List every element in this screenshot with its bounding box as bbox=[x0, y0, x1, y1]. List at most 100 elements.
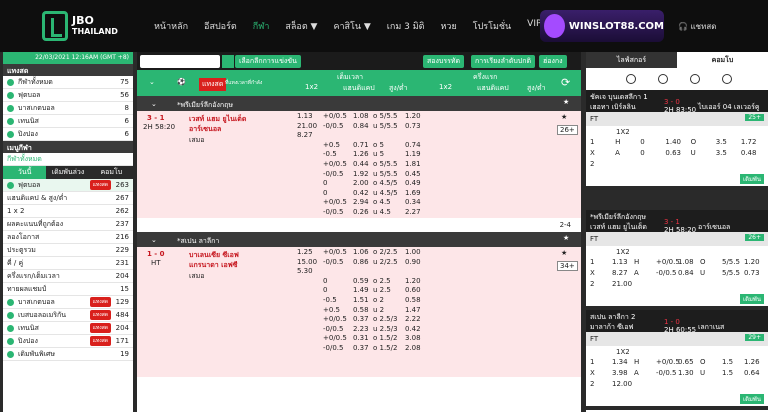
odds-cell[interactable]: 1.69 bbox=[405, 189, 421, 197]
refresh-icon[interactable]: ⟳ bbox=[561, 76, 570, 89]
sidebar-item[interactable]: กีฬาทั้งหมด 75 bbox=[3, 76, 133, 89]
pager-label[interactable]: 2-4 bbox=[560, 221, 571, 229]
nav-item[interactable]: เกม 3 มิติ bbox=[379, 19, 433, 33]
odds-cell[interactable]: O bbox=[700, 258, 706, 266]
odds-cell[interactable]: 8.27 bbox=[297, 131, 313, 139]
sidebar-item[interactable]: ฟุตบอล 56 bbox=[3, 89, 133, 102]
date-tab[interactable]: วันนี้ bbox=[3, 166, 47, 179]
search-icon[interactable] bbox=[222, 54, 234, 68]
odds-cell[interactable]: 0.45 bbox=[405, 170, 421, 178]
odds-cell[interactable]: 1.5 bbox=[722, 358, 733, 366]
odds-cell[interactable]: 1.26 bbox=[353, 150, 369, 158]
odds-cell[interactable]: 12.00 bbox=[612, 380, 632, 388]
odds-cell[interactable]: 1.51 bbox=[353, 296, 369, 304]
more-button[interactable]: 25+ bbox=[745, 114, 764, 121]
odds-cell[interactable]: 5.30 bbox=[297, 267, 313, 275]
odds-cell[interactable]: 0.64 bbox=[744, 369, 760, 377]
odds-cell[interactable]: 3.5 bbox=[716, 149, 727, 157]
tab-combo[interactable]: คอมโบ bbox=[677, 52, 768, 68]
odds-cell[interactable]: 0.84 bbox=[353, 122, 369, 130]
odds-cell[interactable]: 21.00 bbox=[297, 122, 317, 130]
odds-cell[interactable]: 0.31 bbox=[353, 334, 369, 342]
odds-cell[interactable]: 2.08 bbox=[405, 344, 421, 352]
date-tab[interactable]: เดิมพันล่วงหน้า bbox=[46, 166, 89, 189]
sidebar-item[interactable]: แฮนดิแคป & สูง/ต่ำ 267 bbox=[3, 192, 133, 205]
odds-cell[interactable]: 1.30 bbox=[678, 369, 694, 377]
odds-cell[interactable]: 0.60 bbox=[405, 286, 421, 294]
odds-cell[interactable]: 1.92 bbox=[353, 170, 369, 178]
sidebar-item[interactable]: บาสเกตบอล 8 bbox=[3, 102, 133, 115]
odds-cell[interactable]: 1.72 bbox=[741, 138, 757, 146]
sidebar-item-football[interactable]: ฟุตบอล แทงสด 263 bbox=[3, 179, 133, 192]
odds-cell[interactable]: A bbox=[615, 149, 620, 157]
sidebar-item[interactable]: เทนนิส แทงสด 204 bbox=[3, 322, 133, 335]
odds-cell[interactable]: H bbox=[615, 138, 620, 146]
odds-cell[interactable]: 1.19 bbox=[405, 150, 421, 158]
tab-livescore[interactable]: ไลฟ์สกอร์ bbox=[586, 52, 677, 68]
odds-cell[interactable]: 8.27 bbox=[612, 269, 628, 277]
odds-cell[interactable]: 1.13 bbox=[297, 112, 313, 120]
odds-cell[interactable]: 0.74 bbox=[405, 141, 421, 149]
odds-cell[interactable]: 3.98 bbox=[612, 369, 628, 377]
odds-cell[interactable]: 1.08 bbox=[678, 258, 694, 266]
odds-cell[interactable]: 0.48 bbox=[741, 149, 757, 157]
odds-cell[interactable]: 1.81 bbox=[405, 160, 421, 168]
odds-cell[interactable]: 0.58 bbox=[405, 296, 421, 304]
odds-cell[interactable]: 1.47 bbox=[405, 306, 421, 314]
basketball-icon[interactable] bbox=[658, 74, 668, 84]
bet-button[interactable]: เดิมพัน bbox=[740, 174, 764, 184]
row-format-button[interactable]: สองบรรทัด bbox=[423, 54, 465, 68]
odds-cell[interactable]: 1.08 bbox=[353, 112, 369, 120]
sidebar-item[interactable]: บาสเกตบอล แทงสด 129 bbox=[3, 296, 133, 309]
odds-cell[interactable]: 2.23 bbox=[353, 325, 369, 333]
odds-cell[interactable]: O bbox=[691, 138, 697, 146]
select-league-button[interactable]: เลือกลีกการแข่งขัน bbox=[235, 54, 301, 68]
nav-item[interactable]: หวย bbox=[432, 19, 464, 33]
sidebar-item[interactable]: ปิงปอง 6 bbox=[3, 128, 133, 141]
odds-cell[interactable]: 3.5 bbox=[716, 138, 727, 146]
odds-cell[interactable]: H bbox=[634, 258, 639, 266]
sidebar-item[interactable]: ทายผลแชมป์ 15 bbox=[3, 283, 133, 296]
odds-cell[interactable]: 21.00 bbox=[612, 280, 632, 288]
odds-cell[interactable]: 0.59 bbox=[353, 277, 369, 285]
odds-cell[interactable]: -0/0.5 bbox=[656, 369, 676, 377]
odds-cell[interactable]: 0.86 bbox=[353, 258, 369, 266]
nav-item[interactable]: คาสิโน ▼ bbox=[325, 19, 378, 33]
sidebar-item[interactable]: ปิงปอง แทงสด 171 bbox=[3, 335, 133, 348]
odds-cell[interactable]: U bbox=[700, 269, 705, 277]
collapse-icon[interactable]: ⌄ bbox=[151, 236, 157, 244]
all-sports-link[interactable]: กีฬาทั้งหมด bbox=[3, 153, 133, 166]
odds-cell[interactable]: 3.08 bbox=[405, 334, 421, 342]
odds-cell[interactable]: 0.65 bbox=[678, 358, 694, 366]
odds-cell[interactable]: U bbox=[700, 369, 705, 377]
odds-cell[interactable]: +0/0.5 bbox=[656, 358, 680, 366]
odds-cell[interactable]: 0 bbox=[640, 149, 644, 157]
football-icon[interactable] bbox=[626, 74, 636, 84]
sidebar-item[interactable]: เทนนิส 6 bbox=[3, 115, 133, 128]
odds-cell[interactable]: 2.27 bbox=[405, 208, 421, 216]
nav-item[interactable]: สล็อต ▼ bbox=[277, 19, 325, 33]
odds-cell[interactable]: 1.06 bbox=[353, 248, 369, 256]
odds-cell[interactable]: 0 bbox=[640, 138, 644, 146]
collapse-icon[interactable]: ⌄ bbox=[149, 78, 155, 86]
bet-button[interactable]: เดิมพัน bbox=[740, 394, 764, 404]
odds-cell[interactable]: H bbox=[634, 358, 639, 366]
odds-cell[interactable]: 0.73 bbox=[405, 122, 421, 130]
star-icon[interactable]: ★ bbox=[563, 234, 569, 242]
sidebar-item[interactable]: เดิมพันพิเศษ 19 bbox=[3, 348, 133, 361]
sidebar-item[interactable]: 1 x 2 262 bbox=[3, 205, 133, 218]
sidebar-item[interactable]: ครึ่งแรก/เต็มเวลา 204 bbox=[3, 270, 133, 283]
odds-cell[interactable]: +0/0.5 bbox=[656, 258, 680, 266]
pingpong-icon[interactable] bbox=[722, 74, 732, 84]
odds-cell[interactable]: 1.5 bbox=[722, 369, 733, 377]
odds-cell[interactable]: 1.20 bbox=[405, 112, 421, 120]
odds-cell[interactable]: 0.42 bbox=[405, 325, 421, 333]
more-button[interactable]: 29+ bbox=[745, 334, 764, 341]
odds-cell[interactable]: 0.71 bbox=[353, 141, 369, 149]
odds-cell[interactable]: 0.34 bbox=[405, 198, 421, 206]
odds-cell[interactable]: U bbox=[691, 149, 696, 157]
odds-cell[interactable]: 0.37 bbox=[353, 315, 369, 323]
sort-button[interactable]: การเรียงลำดับปกติ bbox=[471, 54, 536, 68]
odds-cell[interactable]: A bbox=[634, 269, 639, 277]
nav-item[interactable]: หน้าหลัก bbox=[146, 19, 196, 33]
